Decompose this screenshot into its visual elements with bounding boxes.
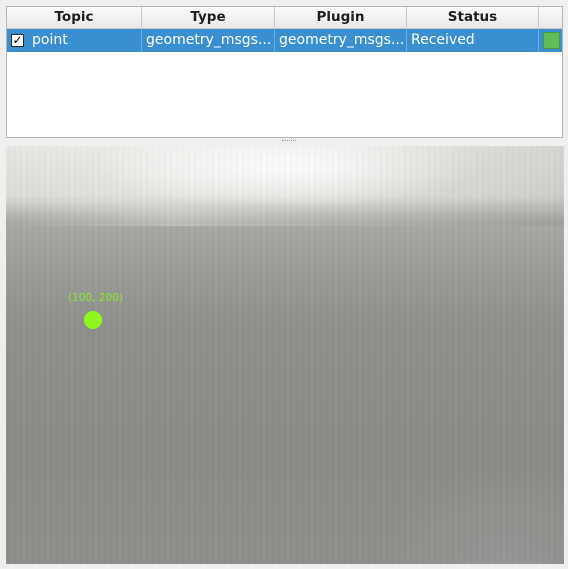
topic-enable-checkbox[interactable]: ✓ bbox=[11, 34, 24, 47]
splitter-grip-icon bbox=[282, 140, 296, 143]
plugin-cell: geometry_msgs... bbox=[275, 29, 407, 52]
column-header-status[interactable]: Status bbox=[407, 7, 539, 28]
column-header-topic[interactable]: Topic bbox=[7, 7, 142, 28]
topic-cell[interactable]: ✓ point bbox=[7, 29, 142, 52]
table-header: Topic Type Plugin Status bbox=[7, 7, 562, 29]
table-row[interactable]: ✓ point geometry_msgs... geometry_msgs..… bbox=[7, 29, 562, 52]
column-header-plugin[interactable]: Plugin bbox=[275, 7, 407, 28]
status-cell: Received bbox=[407, 29, 539, 52]
column-header-type[interactable]: Type bbox=[142, 7, 275, 28]
status-indicator-cell bbox=[539, 29, 564, 52]
column-header-indicator[interactable] bbox=[539, 7, 564, 28]
camera-image-view[interactable]: (100, 200) bbox=[6, 146, 564, 564]
point-marker bbox=[84, 311, 102, 329]
type-cell: geometry_msgs... bbox=[142, 29, 275, 52]
topic-table: Topic Type Plugin Status ✓ point geometr… bbox=[6, 6, 563, 138]
point-coordinate-label: (100, 200) bbox=[68, 292, 123, 304]
panel-splitter[interactable] bbox=[6, 138, 563, 145]
status-indicator bbox=[543, 32, 560, 49]
topic-name: point bbox=[32, 32, 68, 48]
